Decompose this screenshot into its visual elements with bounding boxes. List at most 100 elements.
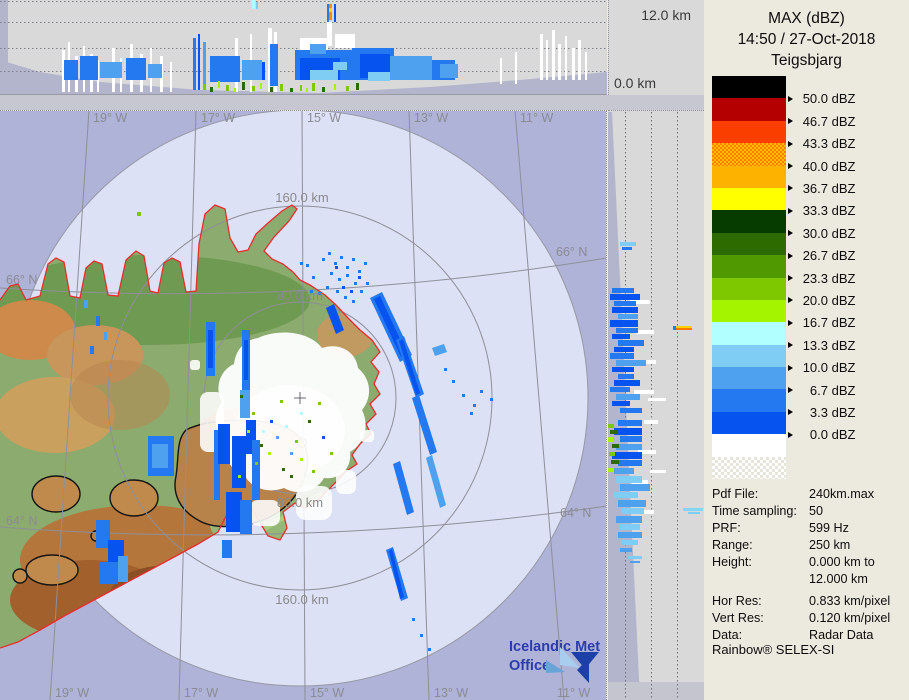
profile-bottom-band: [608, 682, 704, 700]
lat-label: 66° N: [6, 273, 37, 287]
lon-label: 11° W: [557, 686, 590, 700]
metadata-row: Hor Res: 0.833 km/pixel: [712, 593, 906, 610]
high-dbz-marker: [676, 326, 692, 328]
tick-arrow-icon: [788, 252, 793, 259]
map-chart: 19° W 17° W 15° W 13° W 11° W 19° W 17° …: [0, 111, 606, 700]
lat-label: 64° N: [6, 514, 37, 528]
lat-label: 66° N: [556, 245, 587, 259]
metadata-label: PRF:: [712, 521, 741, 535]
metadata-label: Range:: [712, 538, 753, 552]
tick-arrow-icon: [788, 207, 793, 214]
metadata-value: 0.120 km/pixel: [809, 611, 891, 625]
tick-arrow-icon: [788, 163, 793, 169]
dbz-label: 10.0 dBZ: [788, 360, 855, 375]
metadata-label: Time sampling:: [712, 504, 797, 518]
dbz-label: 16.7 dBZ: [788, 315, 855, 330]
cyan-echo-dash: [688, 512, 700, 514]
legend-panel: MAX (dBZ) 14:50 / 27-Oct-2018 Teigsbjarg…: [704, 0, 909, 700]
cyan-echo-dash: [683, 508, 703, 511]
lon-label: 11° W: [520, 111, 553, 125]
dbz-label: 3.3 dBZ: [788, 405, 855, 420]
side-profile-chart: [608, 111, 704, 700]
dbz-swatch: [712, 322, 786, 345]
dbz-swatch: [712, 143, 786, 166]
metadata-row: Vert Res: 0.120 km/pixel: [712, 610, 906, 627]
metadata-value: 240km.max: [809, 487, 875, 501]
dbz-swatch: [712, 344, 786, 368]
lon-label: 19° W: [55, 686, 89, 700]
dbz-label: 0.0 dBZ: [788, 427, 855, 442]
lat-label: 64° N: [560, 506, 591, 520]
dbz-swatch: [712, 165, 786, 188]
high-dbz-marker: [676, 328, 692, 330]
tick-arrow-icon: [788, 319, 793, 326]
lon-label: 13° W: [414, 111, 448, 125]
tick-arrow-icon: [788, 140, 793, 147]
dbz-label: 33.3 dBZ: [788, 203, 855, 218]
metadata-row: Pdf File: 240km.max: [712, 486, 906, 503]
metadata-row: 12.000 km: [712, 571, 906, 588]
product-datetime: 14:50 / 27-Oct-2018: [737, 31, 876, 48]
dbz-label: 30.0 dBZ: [788, 226, 855, 241]
ring-label: 80.0 km: [277, 288, 323, 303]
metadata-value: 12.000 km: [809, 572, 868, 586]
tick-arrow-icon: [788, 431, 793, 438]
dbz-swatch: [712, 76, 786, 99]
tick-arrow-icon: [788, 364, 793, 371]
software-brand: Rainbow® SELEX-SI: [712, 642, 835, 657]
metadata-label: Hor Res:: [712, 594, 762, 608]
metadata-value: 599 Hz: [809, 521, 849, 535]
tick-arrow-icon: [788, 409, 793, 416]
tick-arrow-icon: [788, 342, 793, 349]
dbz-swatch: [712, 98, 786, 121]
legend-metadata: Pdf File: 240km.max Time sampling: 50 PRF: 59…: [712, 486, 906, 644]
dbz-swatch: [712, 277, 786, 300]
radar-display-app: 12.0 km 0.0 km 19° W 17° W 15° W 13° W 1…: [0, 0, 909, 700]
dbz-label: 43.3 dBZ: [788, 136, 855, 151]
dbz-swatch: [712, 232, 786, 256]
dbz-swatches: [712, 76, 786, 480]
lon-label: 13° W: [434, 686, 468, 700]
ring-label: 160.0 km: [275, 190, 328, 205]
dbz-swatch: [712, 120, 786, 144]
high-dbz-marker: [673, 326, 676, 330]
dbz-swatch: [712, 456, 786, 480]
tick-arrow-icon: [788, 95, 793, 102]
tick-arrow-icon: [788, 230, 793, 237]
metadata-label: Height:: [712, 555, 752, 569]
dbz-label: 6.7 dBZ: [788, 383, 855, 398]
dbz-swatch: [712, 411, 786, 435]
map-panel[interactable]: 19° W 17° W 15° W 13° W 11° W 19° W 17° …: [0, 110, 607, 700]
dbz-label: 26.7 dBZ: [788, 248, 855, 263]
metadata-label: Vert Res:: [712, 611, 764, 625]
dbz-swatch: [712, 299, 786, 323]
top-profile-chart: [0, 0, 607, 95]
tick-arrow-icon: [788, 275, 793, 281]
metadata-value: Radar Data: [809, 628, 874, 642]
radar-site-name: Teigsbjarg: [771, 52, 842, 69]
dbz-swatch: [712, 434, 786, 457]
imo-logo-text-line2: Office: [509, 658, 550, 674]
metadata-row: Height: 0.000 km to: [712, 554, 906, 571]
metadata-value: 250 km: [809, 538, 851, 552]
ring-label: 80.0 km: [277, 495, 323, 510]
metadata-row: Time sampling: 50: [712, 503, 906, 520]
height-scale: 12.0 km 0.0 km: [608, 0, 704, 95]
tick-arrow-icon: [788, 118, 793, 125]
dbz-label: 40.0 dBZ: [788, 159, 855, 174]
ring-label: 160.0 km: [275, 592, 328, 607]
lon-label: 17° W: [184, 686, 218, 700]
metadata-value: 0.000 km to: [809, 555, 875, 569]
legend-title-block: MAX (dBZ) 14:50 / 27-Oct-2018 Teigsbjarg: [704, 8, 909, 71]
product-title: MAX (dBZ): [768, 10, 845, 27]
dbz-swatch: [712, 367, 786, 390]
lon-label: 15° W: [307, 111, 341, 125]
dbz-label: 20.0 dBZ: [788, 293, 855, 308]
metadata-row: Range: 250 km: [712, 537, 906, 554]
tick-arrow-icon: [788, 185, 793, 192]
side-profile-panel: [608, 110, 704, 700]
metadata-value: 0.833 km/pixel: [809, 594, 891, 608]
lon-label: 15° W: [310, 686, 344, 700]
dbz-label: 36.7 dBZ: [788, 181, 855, 196]
tick-arrow-icon: [788, 387, 793, 393]
